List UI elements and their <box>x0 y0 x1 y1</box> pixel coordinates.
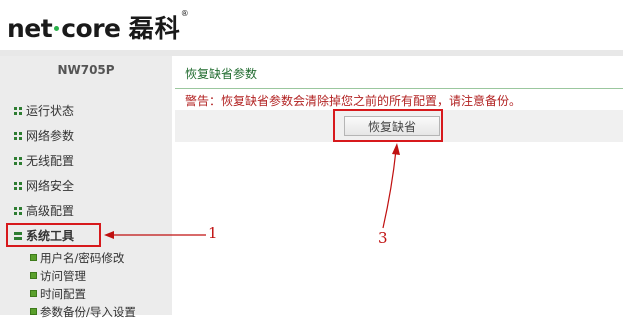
bullet-icon <box>30 308 37 315</box>
annotation-label-1: 1 <box>208 224 218 242</box>
netcore-logo: net core 磊科® <box>7 9 189 43</box>
subitem-access[interactable]: 访问管理 <box>30 268 86 285</box>
highlight-box-system-tools <box>6 223 101 247</box>
bullet-icon <box>30 254 37 261</box>
grid-icon <box>14 181 22 190</box>
annotation-label-3: 3 <box>378 229 388 247</box>
highlight-box-restore-button <box>333 109 443 142</box>
title-divider <box>175 88 623 89</box>
grid-icon <box>14 106 22 115</box>
sidebar-item-wireless[interactable]: 无线配置 <box>14 151 74 171</box>
subitem-password[interactable]: 用户名/密码修改 <box>30 250 124 267</box>
device-model: NW705P <box>57 63 115 77</box>
sidebar-item-security[interactable]: 网络安全 <box>14 176 74 196</box>
grid-icon <box>14 131 22 140</box>
grid-icon <box>14 206 22 215</box>
logo-dot-icon <box>54 25 60 31</box>
grid-icon <box>14 156 22 165</box>
sidebar: NW705P 运行状态 网络参数 无线配置 网络安全 高级配置 系统工具 用户名… <box>0 56 172 319</box>
subitem-backup[interactable]: 参数备份/导入设置 <box>30 304 136 321</box>
bullet-icon <box>30 290 37 297</box>
bullet-icon <box>30 272 37 279</box>
header: net core 磊科® <box>0 0 623 52</box>
sidebar-item-advanced[interactable]: 高级配置 <box>14 201 74 221</box>
page-title: 恢复缺省参数 <box>185 67 258 81</box>
main-panel: 恢复缺省参数 警告：恢复缺省参数会清除掉您之前的所有配置，请注意备份。 恢复缺省 <box>172 56 623 315</box>
sidebar-item-status[interactable]: 运行状态 <box>14 101 74 121</box>
sidebar-item-network[interactable]: 网络参数 <box>14 126 74 146</box>
subitem-time[interactable]: 时间配置 <box>30 286 86 303</box>
warning-text: 警告：恢复缺省参数会清除掉您之前的所有配置，请注意备份。 <box>185 94 522 108</box>
